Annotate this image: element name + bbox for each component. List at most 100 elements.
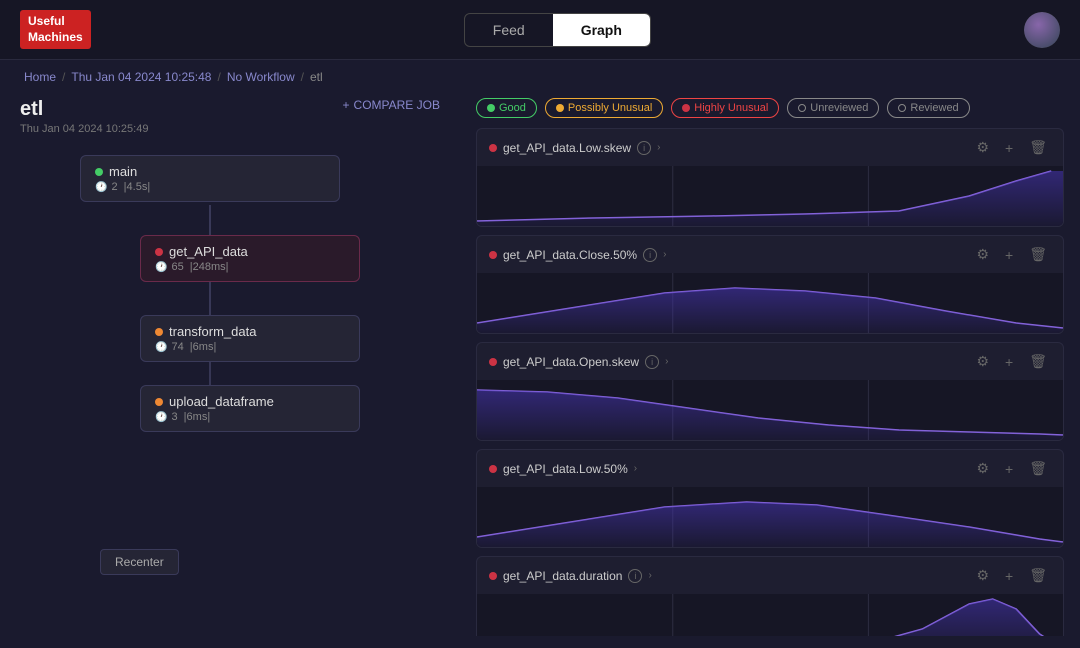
dot-duration — [489, 572, 497, 580]
node-main-meta: 🕐 2 |4.5s| — [95, 181, 325, 193]
add-btn-open-skew[interactable]: + — [1001, 352, 1017, 372]
dot-upload — [155, 398, 163, 406]
settings-btn-low-skew[interactable]: ⚙ — [972, 137, 993, 158]
breadcrumb-sep-3: / — [301, 70, 304, 84]
add-btn-low-50[interactable]: + — [1001, 459, 1017, 479]
breadcrumb-workflow[interactable]: No Workflow — [227, 70, 295, 84]
settings-btn-open-skew[interactable]: ⚙ — [972, 351, 993, 372]
delete-btn-open-skew[interactable]: 🗑 — [1025, 351, 1051, 372]
metric-actions-duration: ⚙ + 🗑 — [972, 565, 1051, 586]
delete-btn-duration[interactable]: 🗑 — [1025, 565, 1051, 586]
chart-low-50 — [477, 487, 1063, 547]
breadcrumb: Home / Thu Jan 04 2024 10:25:48 / No Wor… — [0, 60, 1080, 88]
badge-possibly-unusual[interactable]: Possibly Unusual — [545, 98, 663, 118]
tab-feed[interactable]: Feed — [465, 14, 553, 46]
node-upload-meta: 🕐 3 |6ms| — [155, 411, 345, 423]
breadcrumb-home[interactable]: Home — [24, 70, 56, 84]
tab-graph[interactable]: Graph — [553, 14, 650, 46]
node-main-label: main — [109, 164, 137, 179]
node-upload-dataframe[interactable]: upload_dataframe 🕐 3 |6ms| — [140, 385, 360, 432]
node-transform-label: transform_data — [169, 324, 256, 339]
delete-btn-low-skew[interactable]: 🗑 — [1025, 137, 1051, 158]
chart-low-skew — [477, 166, 1063, 226]
badge-reviewed[interactable]: Reviewed — [887, 98, 969, 118]
metric-actions-low-50: ⚙ + 🗑 — [972, 458, 1051, 479]
info-icon-close-50[interactable]: i — [643, 248, 657, 262]
metric-header-low-skew: get_API_data.Low.skew i › ⚙ + 🗑 — [477, 129, 1063, 166]
right-panel: Good Possibly Unusual Highly Unusual Unr… — [460, 88, 1080, 636]
metric-label-low-50: get_API_data.Low.50% — [503, 462, 628, 476]
dot-highly — [682, 104, 690, 112]
metric-title-low-50: get_API_data.Low.50% › — [489, 462, 637, 476]
chevron-low-50: › — [634, 463, 637, 474]
metric-label-open-skew: get_API_data.Open.skew — [503, 355, 639, 369]
metric-header-open-skew: get_API_data.Open.skew i › ⚙ + 🗑 — [477, 343, 1063, 380]
dot-main — [95, 168, 103, 176]
chevron-close-50: › — [663, 249, 666, 260]
dot-unreviewed — [798, 104, 806, 112]
breadcrumb-date[interactable]: Thu Jan 04 2024 10:25:48 — [71, 70, 211, 84]
add-btn-duration[interactable]: + — [1001, 566, 1017, 586]
info-icon-duration[interactable]: i — [628, 569, 642, 583]
clock-icon-3: 🕐 — [155, 342, 167, 353]
dot-close-50 — [489, 251, 497, 259]
compare-job-button[interactable]: + COMPARE JOB — [343, 98, 440, 112]
nav-tabs: Feed Graph — [464, 13, 651, 47]
dot-good — [487, 104, 495, 112]
node-transform-data[interactable]: transform_data 🕐 74 |6ms| — [140, 315, 360, 362]
badge-unreviewed[interactable]: Unreviewed — [787, 98, 879, 118]
settings-btn-low-50[interactable]: ⚙ — [972, 458, 993, 479]
settings-btn-close-50[interactable]: ⚙ — [972, 244, 993, 265]
metric-actions-low-skew: ⚙ + 🗑 — [972, 137, 1051, 158]
node-get-api-data[interactable]: get_API_data 🕐 65 |248ms| — [140, 235, 360, 282]
clock-icon-2: 🕐 — [155, 262, 167, 273]
node-transform-meta: 🕐 74 |6ms| — [155, 341, 345, 353]
delete-btn-low-50[interactable]: 🗑 — [1025, 458, 1051, 479]
settings-btn-duration[interactable]: ⚙ — [972, 565, 993, 586]
delete-btn-close-50[interactable]: 🗑 — [1025, 244, 1051, 265]
info-icon-open-skew[interactable]: i — [645, 355, 659, 369]
metric-title-low-skew: get_API_data.Low.skew i › — [489, 141, 660, 155]
add-btn-low-skew[interactable]: + — [1001, 138, 1017, 158]
info-icon-low-skew[interactable]: i — [637, 141, 651, 155]
badge-good[interactable]: Good — [476, 98, 537, 118]
chart-close-50 — [477, 273, 1063, 333]
job-timestamp: Thu Jan 04 2024 10:25:49 — [20, 123, 440, 135]
breadcrumb-sep-2: / — [217, 70, 220, 84]
metric-label-low-skew: get_API_data.Low.skew — [503, 141, 631, 155]
clock-icon: 🕐 — [95, 182, 107, 193]
node-get-api-meta: 🕐 65 |248ms| — [155, 261, 345, 273]
breadcrumb-sep-1: / — [62, 70, 65, 84]
dot-open-skew — [489, 358, 497, 366]
metric-header-low-50: get_API_data.Low.50% › ⚙ + 🗑 — [477, 450, 1063, 487]
chevron-open-skew: › — [665, 356, 668, 367]
graph-area: main 🕐 2 |4.5s| get_API_data 🕐 65 |248ms… — [20, 155, 440, 585]
metric-title-open-skew: get_API_data.Open.skew i › — [489, 355, 668, 369]
metric-card-low-skew: get_API_data.Low.skew i › ⚙ + 🗑 — [476, 128, 1064, 227]
metric-header-duration: get_API_data.duration i › ⚙ + 🗑 — [477, 557, 1063, 594]
node-upload-label: upload_dataframe — [169, 394, 274, 409]
metric-header-close-50: get_API_data.Close.50% i › ⚙ + 🗑 — [477, 236, 1063, 273]
dot-reviewed — [898, 104, 906, 112]
chart-duration — [477, 594, 1063, 636]
add-btn-close-50[interactable]: + — [1001, 245, 1017, 265]
dot-possibly — [556, 104, 564, 112]
metric-card-duration: get_API_data.duration i › ⚙ + 🗑 — [476, 556, 1064, 636]
badge-highly-unusual[interactable]: Highly Unusual — [671, 98, 779, 118]
dot-get-api — [155, 248, 163, 256]
dot-transform — [155, 328, 163, 336]
dot-low-50 — [489, 465, 497, 473]
recenter-button[interactable]: Recenter — [100, 549, 179, 575]
node-main[interactable]: main 🕐 2 |4.5s| — [80, 155, 340, 202]
metric-card-low-50: get_API_data.Low.50% › ⚙ + 🗑 — [476, 449, 1064, 548]
metric-title-close-50: get_API_data.Close.50% i › — [489, 248, 666, 262]
node-get-api-label: get_API_data — [169, 244, 248, 259]
metric-label-duration: get_API_data.duration — [503, 569, 622, 583]
filter-bar: Good Possibly Unusual Highly Unusual Unr… — [476, 98, 1064, 118]
clock-icon-4: 🕐 — [155, 412, 167, 423]
metric-label-close-50: get_API_data.Close.50% — [503, 248, 637, 262]
breadcrumb-job: etl — [310, 70, 323, 84]
avatar[interactable] — [1024, 12, 1060, 48]
left-panel: etl Thu Jan 04 2024 10:25:49 + COMPARE J… — [0, 88, 460, 636]
metric-card-close-50: get_API_data.Close.50% i › ⚙ + 🗑 — [476, 235, 1064, 334]
